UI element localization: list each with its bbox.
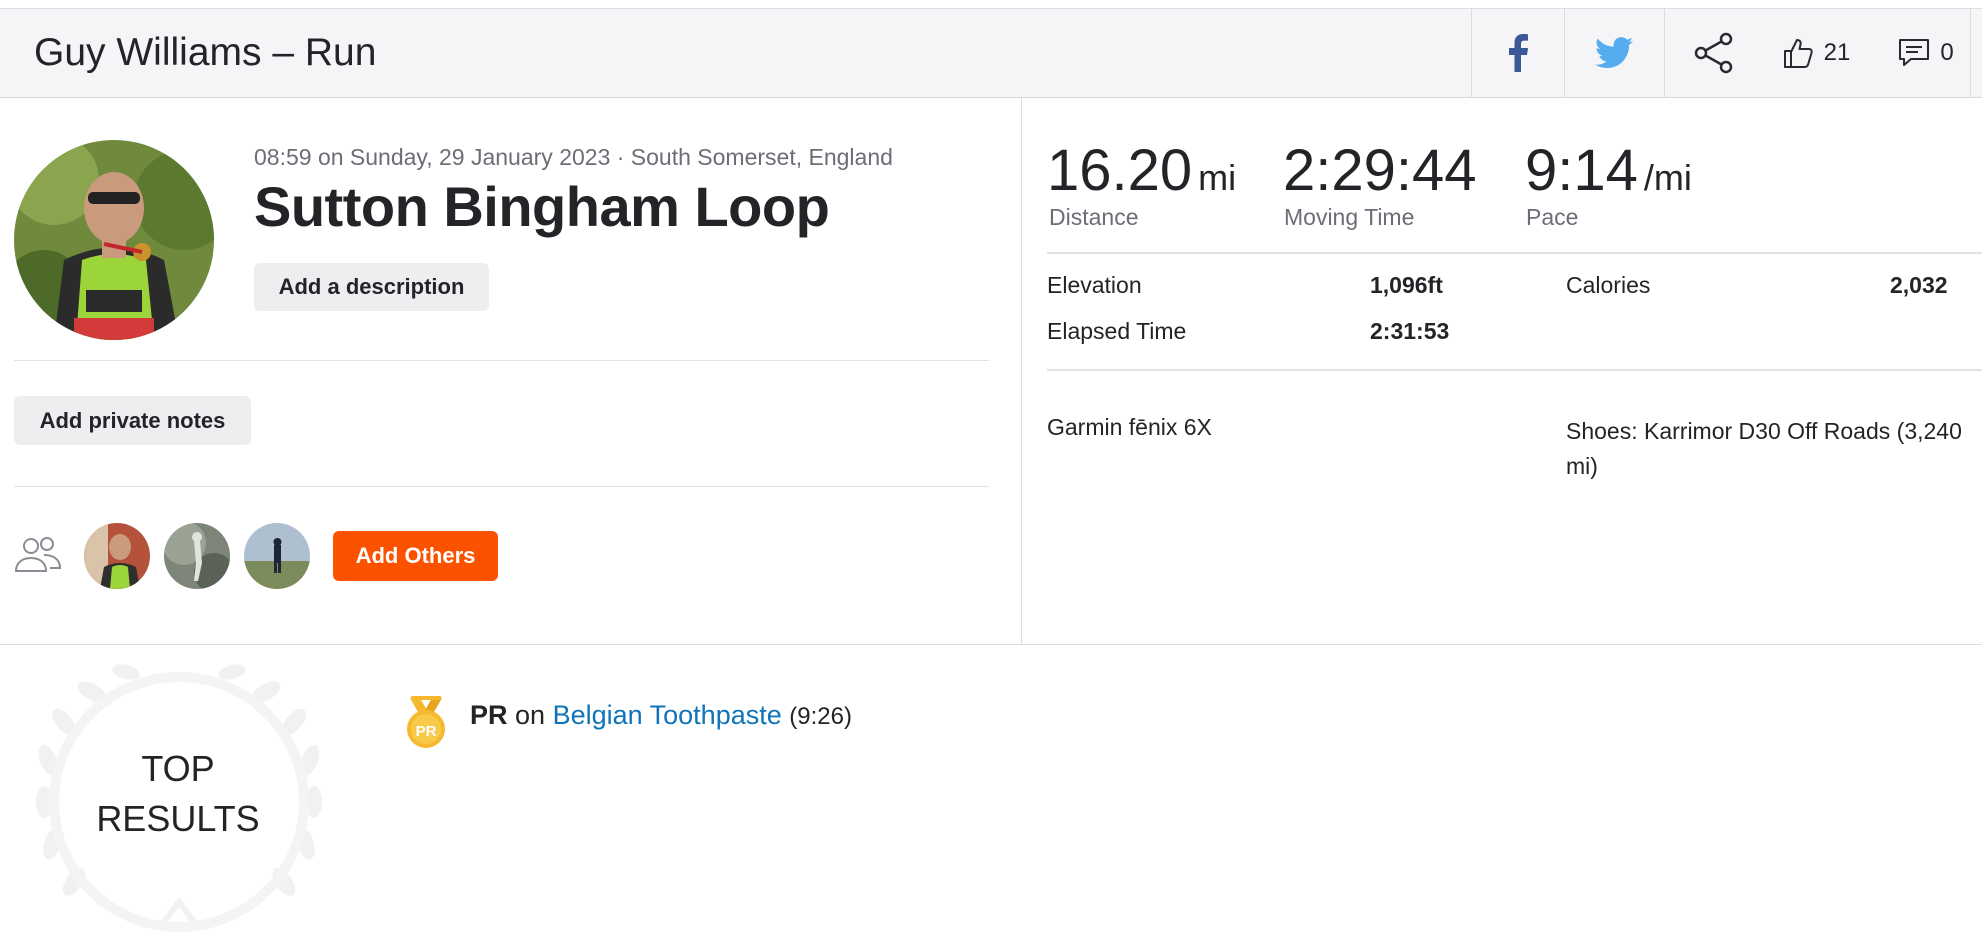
pr-badge: PR <box>470 700 508 730</box>
pace-label: Pace <box>1526 204 1579 230</box>
page-title: Guy Williams – Run <box>34 31 377 74</box>
section-divider <box>0 644 1982 645</box>
group-athlete-avatar[interactable] <box>84 523 150 589</box>
twitter-icon <box>1595 37 1633 69</box>
gear-info[interactable]: Shoes: Karrimor D30 Off Roads (3,240 mi) <box>1566 414 1982 484</box>
header-divider <box>1970 9 1971 97</box>
comment-icon <box>1899 39 1930 66</box>
moving-time-label: Moving Time <box>1284 204 1415 230</box>
pace-value: 9:14 <box>1525 138 1638 203</box>
group-athlete-avatar[interactable] <box>164 523 230 589</box>
panel-divider <box>1021 98 1022 644</box>
distance-value: 16.20 <box>1047 138 1193 203</box>
calories-label: Calories <box>1566 272 1651 298</box>
divider <box>1047 369 1982 371</box>
pace-unit: /mi <box>1643 157 1692 198</box>
moving-time-value: 2:29:44 <box>1283 138 1477 203</box>
add-description-button[interactable]: Add a description <box>254 263 489 311</box>
distance-label: Distance <box>1049 204 1139 230</box>
thumbs-up-icon <box>1783 39 1813 68</box>
pace-stat: 9:14/mi <box>1525 140 1692 209</box>
elapsed-time-label: Elapsed Time <box>1047 318 1187 344</box>
group-athlete-avatar[interactable] <box>244 523 310 589</box>
activity-meta: 08:59 on Sunday, 29 January 2023 · South… <box>254 144 893 170</box>
elevation-label: Elevation <box>1047 272 1142 298</box>
group-icon <box>14 535 62 580</box>
calories-value: 2,032 <box>1890 272 1948 298</box>
elevation-value: 1,096ft <box>1370 272 1443 298</box>
athlete-avatar[interactable] <box>14 140 214 340</box>
divider <box>1047 252 1982 254</box>
divider <box>14 486 989 487</box>
medal-icon: PR <box>404 696 448 755</box>
activity-header: Guy Williams – Run 21 0 <box>0 9 1982 98</box>
top-result-item: PR on Belgian Toothpaste (9:26) <box>470 700 852 731</box>
share-button[interactable] <box>1664 9 1764 97</box>
share-icon <box>1694 32 1733 74</box>
divider <box>14 360 989 361</box>
pr-connector: on <box>507 700 553 730</box>
facebook-icon <box>1508 34 1528 72</box>
device-name: Garmin fēnix 6X <box>1047 414 1212 440</box>
top-results-label: TOP RESULTS <box>38 744 318 844</box>
add-others-button[interactable]: Add Others <box>333 531 498 581</box>
distance-stat: 16.20 mi <box>1047 140 1236 209</box>
segment-time: (9:26) <box>789 703 852 730</box>
add-private-notes-button[interactable]: Add private notes <box>14 396 251 445</box>
kudos-count: 21 <box>1823 39 1851 66</box>
top-results-line-2: RESULTS <box>96 798 260 839</box>
activity-name[interactable]: Sutton Bingham Loop <box>254 174 830 239</box>
moving-time-stat: 2:29:44 <box>1283 140 1477 202</box>
twitter-share-button[interactable] <box>1564 9 1664 97</box>
elapsed-time-value: 2:31:53 <box>1370 318 1450 344</box>
medal-text: PR <box>416 723 437 740</box>
kudos-button[interactable]: 21 <box>1776 9 1856 97</box>
comments-count: 0 <box>1940 39 1954 66</box>
top-results-line-1: TOP <box>141 748 215 789</box>
distance-unit: mi <box>1198 157 1237 198</box>
segment-link[interactable]: Belgian Toothpaste <box>553 700 782 730</box>
facebook-share-button[interactable] <box>1471 9 1564 97</box>
comments-button[interactable]: 0 <box>1886 9 1966 97</box>
